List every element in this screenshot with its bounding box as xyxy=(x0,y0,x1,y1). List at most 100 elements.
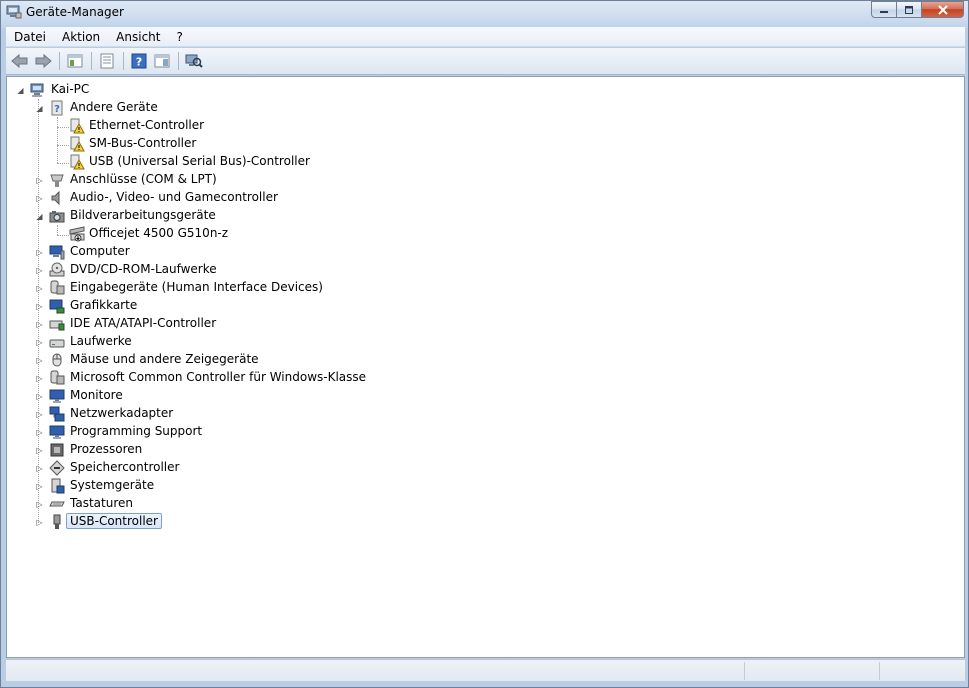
menu-bar: Datei Aktion Ansicht ? xyxy=(6,27,965,47)
expand-arrow-icon[interactable]: ▷ xyxy=(35,518,44,527)
back-button[interactable] xyxy=(9,51,31,71)
unknown-device-icon: ? xyxy=(51,100,63,116)
expand-arrow-icon[interactable]: ▷ xyxy=(35,500,44,509)
tree-item-microsoft-common-controller[interactable]: ▷ Microsoft Common Controller für Window… xyxy=(7,369,407,387)
forward-button[interactable] xyxy=(32,51,54,71)
tree-item-usb-controller[interactable]: ▷ USB-Controller xyxy=(7,513,407,531)
show-action-pane-button[interactable] xyxy=(151,51,173,71)
close-button[interactable] xyxy=(921,1,964,18)
tree-item-bildverarbeitung[interactable]: ◢ Bildverarbeitungsgeräte xyxy=(7,207,407,225)
expand-arrow-icon[interactable]: ▷ xyxy=(35,482,44,491)
tree-item-label: USB-Controller xyxy=(66,513,162,529)
hid-icon xyxy=(50,280,65,295)
tree-item-tastaturen[interactable]: ▷ Tastaturen xyxy=(7,495,407,513)
speaker-icon xyxy=(51,190,60,206)
computer-icon xyxy=(49,245,65,260)
tree-item-eingabegeraete[interactable]: ▷ Eingabegeräte (Human Interface Devices… xyxy=(7,279,407,297)
tree-item-label: Anschlüsse (COM & LPT) xyxy=(70,172,217,186)
tree-child-ethernet-controller[interactable]: Ethernet-Controller xyxy=(7,117,407,135)
expand-arrow-icon[interactable]: ▷ xyxy=(35,248,44,257)
tree-child-usb-controller-unknown[interactable]: USB (Universal Serial Bus)-Controller xyxy=(7,153,407,171)
toolbar-separator xyxy=(91,52,92,70)
warning-device-icon xyxy=(70,118,85,134)
storage-controller-icon xyxy=(49,460,65,476)
menu-ansicht[interactable]: Ansicht xyxy=(108,27,168,47)
minimize-icon xyxy=(880,10,888,13)
menu-datei[interactable]: Datei xyxy=(6,27,54,47)
tree-item-label: Systemgeräte xyxy=(70,478,155,492)
expand-arrow-icon[interactable]: ▷ xyxy=(35,284,44,293)
expand-arrow-icon[interactable]: ▷ xyxy=(35,410,44,419)
tree-item-label: Computer xyxy=(70,244,130,258)
forward-arrow-icon xyxy=(35,54,52,68)
display-adapter-icon xyxy=(49,299,65,314)
disk-drive-icon xyxy=(49,339,65,348)
tree-child-sm-bus-controller[interactable]: SM-Bus-Controller xyxy=(7,135,407,153)
tree-item-anschluesse[interactable]: ▷ Anschlüsse (COM & LPT) xyxy=(7,171,407,189)
tree-item-label: IDE ATA/ATAPI-Controller xyxy=(70,316,217,330)
status-pane xyxy=(879,662,965,680)
camera-icon xyxy=(49,211,65,223)
scanner-download-icon xyxy=(69,226,85,242)
processor-icon xyxy=(50,443,64,457)
title-bar[interactable]: Geräte-Manager xyxy=(1,1,968,25)
tree-item-programming-support[interactable]: ▷ Programming Support xyxy=(7,423,407,441)
expand-arrow-icon[interactable]: ▷ xyxy=(35,356,44,365)
expand-arrow-icon[interactable]: ▷ xyxy=(35,464,44,473)
help-button[interactable]: ? xyxy=(128,51,150,71)
svg-text:?: ? xyxy=(136,56,142,69)
tree-root-kai-pc[interactable]: ◢ Kai-PC xyxy=(7,81,307,99)
tree-item-grafikkarte[interactable]: ▷ Grafikkarte xyxy=(7,297,407,315)
expand-arrow-icon[interactable]: ▷ xyxy=(35,374,44,383)
tree-item-laufwerke[interactable]: ▷ Laufwerke xyxy=(7,333,407,351)
window-title: Geräte-Manager xyxy=(26,5,124,19)
expand-arrow-icon[interactable]: ▷ xyxy=(35,302,44,311)
maximize-icon xyxy=(905,5,913,14)
tree-item-computer[interactable]: ▷ Computer xyxy=(7,243,407,261)
tree-item-label: Mäuse und andere Zeigegeräte xyxy=(70,352,259,366)
tree-root-label: Kai-PC xyxy=(51,82,90,96)
svg-text:?: ? xyxy=(54,104,60,115)
tree-item-audio-video[interactable]: ▷ Audio-, Video- und Gamecontroller xyxy=(7,189,407,207)
keyboard-icon xyxy=(49,501,65,507)
tree-child-officejet[interactable]: Officejet 4500 G510n-z xyxy=(7,225,407,243)
device-tree[interactable]: ◢ Kai-PC ◢ ? Andere Geräte Ethernet-Cont… xyxy=(6,76,965,658)
expand-arrow-icon[interactable]: ▷ xyxy=(35,266,44,275)
tree-item-netzwerkadapter[interactable]: ▷ Netzwerkadapter xyxy=(7,405,407,423)
properties-button[interactable] xyxy=(96,51,118,71)
scan-hardware-button[interactable] xyxy=(183,51,205,71)
expand-arrow-icon[interactable]: ▷ xyxy=(35,338,44,347)
minimize-button[interactable] xyxy=(871,1,897,18)
menu-aktion[interactable]: Aktion xyxy=(54,27,108,47)
expand-arrow-icon[interactable]: ▷ xyxy=(35,194,44,203)
tree-item-label: Monitore xyxy=(70,388,123,402)
expand-arrow-icon[interactable]: ▷ xyxy=(35,176,44,185)
toolbar-separator xyxy=(59,52,60,70)
expand-arrow-icon[interactable]: ▷ xyxy=(35,446,44,455)
tree-item-ide-ata[interactable]: ▷ IDE ATA/ATAPI-Controller xyxy=(7,315,407,333)
tree-item-speichercontroller[interactable]: ▷ Speichercontroller xyxy=(7,459,407,477)
ide-controller-icon xyxy=(49,320,65,331)
monitor-icon xyxy=(49,389,65,403)
menu-help[interactable]: ? xyxy=(168,27,190,47)
show-hide-console-tree-button[interactable] xyxy=(64,51,86,71)
tree-item-maeuse[interactable]: ▷ Mäuse und andere Zeigegeräte xyxy=(7,351,407,369)
tree-item-systemgeraete[interactable]: ▷ Systemgeräte xyxy=(7,477,407,495)
expand-arrow-icon[interactable]: ▷ xyxy=(35,428,44,437)
computer-icon xyxy=(30,83,44,97)
dvd-drive-icon xyxy=(49,262,65,277)
tree-item-andere-geraete[interactable]: ◢ ? Andere Geräte xyxy=(7,99,307,117)
collapse-arrow-icon[interactable]: ◢ xyxy=(35,104,44,113)
tree-item-prozessoren[interactable]: ▷ Prozessoren xyxy=(7,441,407,459)
tree-item-dvd-cd-rom[interactable]: ▷ DVD/CD-ROM-Laufwerke xyxy=(7,261,407,279)
properties-icon xyxy=(100,53,114,69)
expand-arrow-icon[interactable]: ▷ xyxy=(35,320,44,329)
collapse-arrow-icon[interactable]: ◢ xyxy=(35,212,44,221)
tree-item-monitore[interactable]: ▷ Monitore xyxy=(7,387,407,405)
warning-device-icon xyxy=(70,136,85,152)
show-action-pane-icon xyxy=(154,54,170,68)
maximize-button[interactable] xyxy=(896,1,922,18)
expand-arrow-icon[interactable]: ▷ xyxy=(35,392,44,401)
collapse-arrow-icon[interactable]: ◢ xyxy=(16,86,25,95)
status-bar xyxy=(6,659,965,681)
